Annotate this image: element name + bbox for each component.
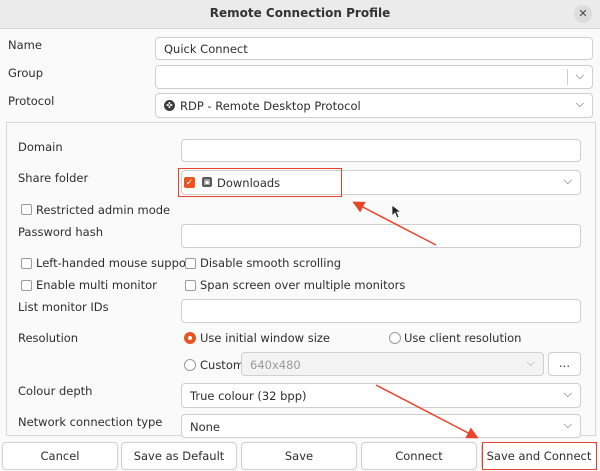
chevron-down-icon[interactable]: ⌵ xyxy=(564,174,572,188)
annotation-box-share-folder xyxy=(178,168,342,197)
res-initial-label: Use initial window size xyxy=(200,331,331,345)
save-as-default-button[interactable]: Save as Default xyxy=(121,442,237,470)
chevron-down-icon[interactable]: ⌵ xyxy=(576,97,584,111)
restricted-admin-label: Restricted admin mode xyxy=(36,203,171,217)
name-field[interactable]: Quick Connect xyxy=(155,37,593,60)
disable-smooth-checkbox[interactable] xyxy=(185,258,196,269)
custom-resolution-more-button[interactable]: ... xyxy=(548,352,581,376)
password-hash-label: Password hash xyxy=(18,225,103,239)
chevron-down-icon[interactable]: ⌵ xyxy=(564,418,572,432)
window-title: Remote Connection Profile xyxy=(209,6,391,20)
multi-monitor-checkbox[interactable] xyxy=(21,280,32,291)
res-client-label: Use client resolution xyxy=(404,331,522,345)
chevron-down-icon[interactable]: ⌵ xyxy=(527,356,535,370)
network-combo[interactable]: None ⌵ xyxy=(181,414,581,438)
span-screen-checkbox[interactable] xyxy=(185,280,196,291)
colour-depth-value: True colour (32 bpp) xyxy=(190,389,307,403)
chevron-down-icon[interactable]: ⌵ xyxy=(576,69,584,83)
rdp-icon: ✜ xyxy=(164,100,175,111)
protocol-combo[interactable]: ✜ RDP - Remote Desktop Protocol ⌵ xyxy=(155,93,593,118)
colour-depth-label: Colour depth xyxy=(18,384,93,398)
res-initial-radio[interactable] xyxy=(184,332,196,344)
cancel-button[interactable]: Cancel xyxy=(2,442,118,470)
resolution-label: Resolution xyxy=(18,331,79,345)
domain-label: Domain xyxy=(18,140,63,154)
name-value: Quick Connect xyxy=(164,42,248,56)
name-label: Name xyxy=(8,38,42,52)
colour-depth-combo[interactable]: True colour (32 bpp) ⌵ xyxy=(181,383,581,408)
disable-smooth-label: Disable smooth scrolling xyxy=(200,256,342,270)
password-hash-field[interactable] xyxy=(181,224,581,248)
restricted-admin-checkbox[interactable] xyxy=(21,204,32,215)
connect-button[interactable]: Connect xyxy=(361,442,477,470)
close-icon[interactable]: ✕ xyxy=(574,5,592,23)
multi-monitor-label: Enable multi monitor xyxy=(36,278,157,292)
title-bar: Remote Connection Profile ✕ xyxy=(0,0,600,29)
mouse-pointer-icon xyxy=(392,205,402,219)
span-screen-label: Span screen over multiple monitors xyxy=(200,278,406,292)
list-monitor-field[interactable] xyxy=(181,299,581,323)
save-button[interactable]: Save xyxy=(241,442,357,470)
left-handed-label: Left-handed mouse support xyxy=(36,256,196,270)
network-label: Network connection type xyxy=(18,415,163,429)
group-combo[interactable]: ⌵ xyxy=(155,65,593,89)
res-custom-radio[interactable] xyxy=(184,359,196,371)
share-folder-label: Share folder xyxy=(18,171,89,185)
custom-resolution-combo[interactable]: 640x480 ⌵ xyxy=(241,352,544,376)
group-label: Group xyxy=(8,66,44,80)
domain-field[interactable] xyxy=(181,139,581,162)
chevron-down-icon[interactable]: ⌵ xyxy=(564,387,572,401)
left-handed-checkbox[interactable] xyxy=(21,258,32,269)
more-label: ... xyxy=(559,356,570,370)
list-monitor-label: List monitor IDs xyxy=(18,300,109,314)
annotation-box-save-connect xyxy=(482,442,597,470)
protocol-label: Protocol xyxy=(8,94,55,108)
protocol-value: RDP - Remote Desktop Protocol xyxy=(180,99,361,113)
res-client-radio[interactable] xyxy=(389,332,401,344)
custom-resolution-value: 640x480 xyxy=(250,358,301,372)
network-value: None xyxy=(190,420,221,434)
group-separator xyxy=(567,69,568,85)
res-custom-label: Custom xyxy=(200,358,245,372)
